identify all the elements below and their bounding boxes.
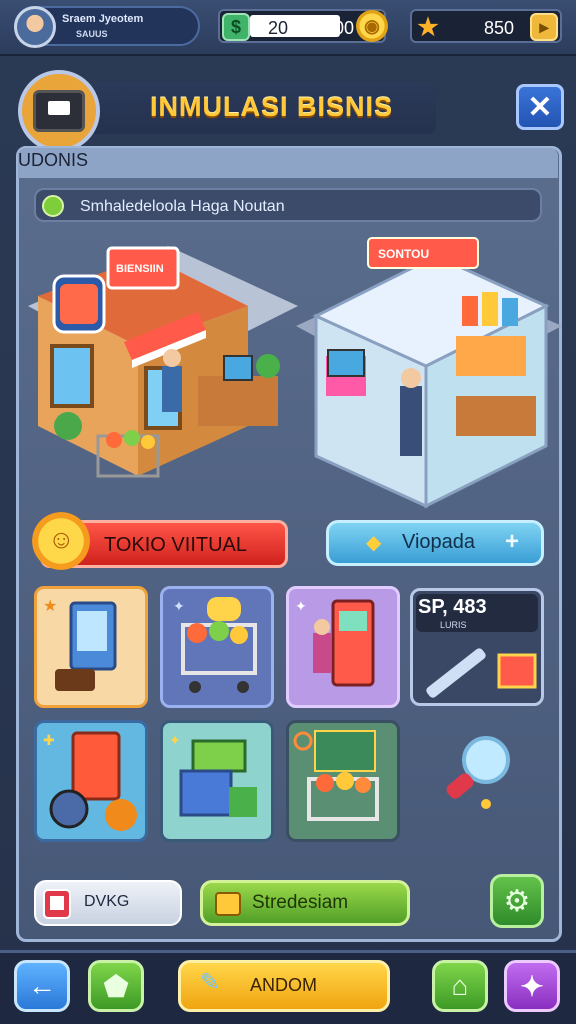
star-counter: ★ 850 ▸: [410, 9, 562, 43]
svg-text:✦: ✦: [295, 598, 307, 614]
coin-icon[interactable]: ◉: [356, 10, 388, 42]
revenue-sub: LURIS: [440, 620, 467, 630]
search-text: Smhaledeloola Haga Noutan: [80, 198, 285, 215]
mall-sign: SONTOU: [378, 247, 429, 261]
magnifier-icon[interactable]: [440, 734, 516, 818]
map-button[interactable]: ⬟: [88, 960, 144, 1012]
star-icon: ★: [417, 13, 439, 41]
back-button[interactable]: ←: [14, 960, 70, 1012]
vending-machine-icon: ★: [43, 598, 117, 691]
fruit-stand-icon: [293, 730, 379, 821]
settings-button[interactable]: ⚙: [490, 874, 544, 928]
sun-icon: [32, 512, 90, 570]
page-title: INMULASI BISNIS: [150, 92, 394, 122]
tag-icon: ◆: [366, 532, 382, 554]
player-subtitle: SAUUS: [76, 29, 108, 39]
star-value: 850: [484, 18, 515, 38]
money-value-right: 100: [324, 18, 355, 38]
pen-icon: [426, 648, 537, 698]
start-label: Stredesiam: [252, 892, 349, 913]
shop-button[interactable]: ✦: [504, 960, 560, 1012]
close-button[interactable]: ✕: [516, 84, 564, 130]
tile-coffee-machine[interactable]: ✚: [34, 720, 148, 842]
tag-shop-icon: ✦: [520, 970, 544, 1002]
map-icon: ⬟: [103, 970, 129, 1002]
coffee-machine-icon: ✚: [43, 731, 137, 831]
tile-vending-machine[interactable]: ★: [34, 586, 148, 708]
money-counter: $ 20 100 ◉: [218, 9, 388, 43]
player-profile[interactable]: Sraem Jyeotem SAUUS: [14, 6, 200, 48]
svg-text:★: ★: [43, 598, 57, 615]
tile-cash-register[interactable]: ✦: [160, 720, 274, 842]
store-scene[interactable]: BIENSIIN: [28, 226, 298, 516]
search-icon: [42, 195, 64, 217]
main-action-label: ANDOM: [250, 975, 317, 995]
mall-scene[interactable]: SONTOU: [296, 226, 562, 516]
plus-icon: +: [505, 528, 520, 555]
svg-text:✦: ✦: [173, 598, 185, 614]
cube-icon: [215, 892, 241, 916]
money-value-left: 20: [268, 18, 289, 38]
tile-atm-kiosk[interactable]: ✦: [286, 586, 400, 708]
catalog-label: DVKG: [84, 893, 130, 910]
store-sign: BIENSIIN: [116, 263, 164, 275]
gear-icon: ⚙: [503, 884, 531, 918]
shopping-cart-icon: ✦: [173, 597, 257, 693]
cash-register-icon: ✦: [169, 732, 257, 817]
search-bar[interactable]: Smhaledeloola Haga Noutan: [34, 188, 542, 222]
svg-text:✦: ✦: [169, 732, 181, 748]
home-icon: ⌂: [451, 970, 469, 1001]
player-name: Sraem Jyeotem: [62, 13, 144, 25]
panel-header-bar: [18, 148, 558, 178]
player-avatar[interactable]: [14, 6, 56, 48]
pencil-icon: ✎: [200, 969, 221, 996]
register-badge-icon: [18, 70, 100, 152]
revenue-value: SP, 483: [418, 596, 487, 618]
virtual-store-label: TOKIO VIITUAL: [104, 534, 247, 556]
add-item-label: Viopada: [402, 531, 476, 553]
add-stars-icon[interactable]: ▸: [530, 13, 558, 41]
tile-fruit-stand[interactable]: [286, 720, 400, 842]
arrow-left-icon: ←: [28, 970, 56, 1001]
panel-header: UDONIS: [18, 150, 89, 170]
tile-shopping-cart[interactable]: ✦: [160, 586, 274, 708]
svg-text:✚: ✚: [43, 732, 55, 748]
money-icon: $: [222, 13, 250, 41]
clipboard-icon: [43, 889, 71, 919]
atm-kiosk-icon: ✦: [295, 598, 375, 687]
home-button[interactable]: ⌂: [432, 960, 488, 1012]
